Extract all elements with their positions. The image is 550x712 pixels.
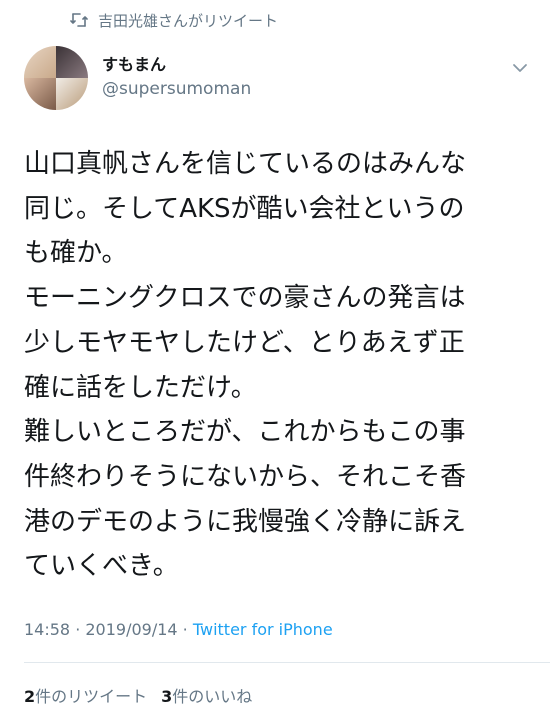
tweet-time[interactable]: 14:58 xyxy=(24,620,70,639)
tweet-stats: 2件のリツイート 3件のいいね xyxy=(24,683,252,707)
tweet-text-line: も確か。 xyxy=(24,238,128,269)
retweet-context: 吉田光雄さんがリツイート xyxy=(70,8,278,32)
retweet-icon xyxy=(70,13,88,27)
meta-separator: · xyxy=(177,620,193,639)
display-name[interactable]: すもまん xyxy=(102,54,251,76)
user-handle[interactable]: @supersumoman xyxy=(102,76,251,102)
tweet-text-line: 難しいところだが、これからもこの事 xyxy=(24,417,466,448)
tweet-text-line: 確に話をしただけ。 xyxy=(24,372,257,403)
avatar[interactable] xyxy=(24,46,88,110)
retweeted-by-text[interactable]: 吉田光雄さんがリツイート xyxy=(98,10,278,31)
tweet-text-line: モーニングクロスでの豪さんの発言は xyxy=(24,283,466,314)
tweet-date[interactable]: 2019/09/14 xyxy=(85,620,177,639)
retweets-label: 件のリツイート xyxy=(35,687,148,706)
likes-stat[interactable]: 3件のいいね xyxy=(161,683,252,707)
likes-count: 3 xyxy=(161,687,173,706)
meta-separator: · xyxy=(70,620,86,639)
likes-label: 件のいいね xyxy=(172,687,253,706)
divider xyxy=(24,662,550,663)
tweet-text-line: 山口真帆さんを信じているのはみんな xyxy=(24,149,467,179)
tweet-text-line: 同じ。そしてAKSが酷い会社というの xyxy=(24,193,465,224)
tweet-text: 山口真帆さんを信じているのはみんな 同じ。そしてAKSが酷い会社というの も確か… xyxy=(24,142,532,589)
retweets-stat[interactable]: 2件のリツイート xyxy=(24,683,147,707)
chevron-down-icon[interactable] xyxy=(512,60,528,76)
tweet-text-line: 港のデモのように我慢強く冷静に訴え xyxy=(24,506,467,537)
tweet-meta: 14:58 · 2019/09/14 · Twitter for iPhone xyxy=(24,620,333,639)
tweet-text-line: 件終わりそうにないから、それこそ香 xyxy=(24,461,467,492)
tweet-text-line: ていくべき。 xyxy=(24,551,179,582)
tweet-author: すもまん @supersumoman xyxy=(24,46,251,110)
tweet-text-line: 少しモヤモヤしたけど、とりあえず正 xyxy=(24,327,465,358)
retweets-count: 2 xyxy=(24,687,36,706)
tweet-source-link[interactable]: Twitter for iPhone xyxy=(193,620,333,639)
